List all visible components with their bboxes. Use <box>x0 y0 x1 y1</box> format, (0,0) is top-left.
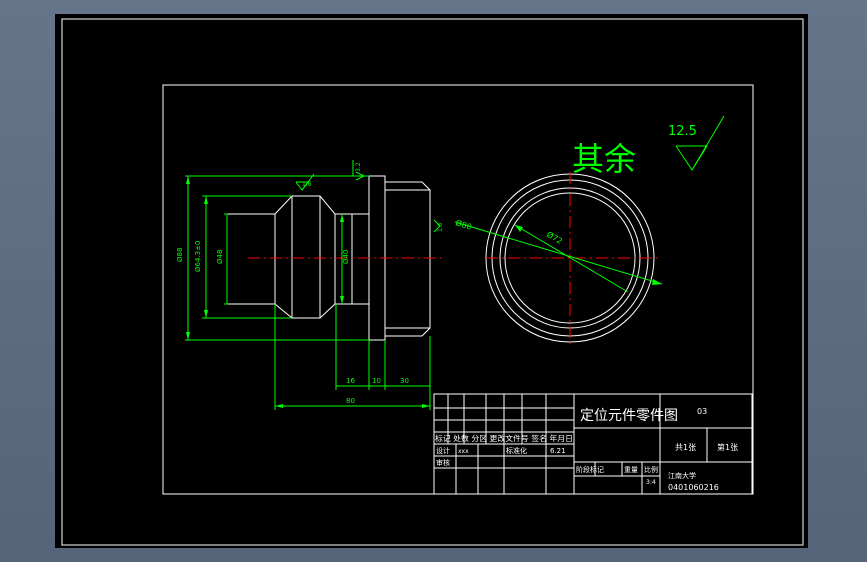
finish-side-label: 3.2 <box>355 162 362 172</box>
dim-dia-groove: Ø64.3±0 <box>194 241 202 272</box>
dim-dia-neck: Ø40 <box>342 250 350 264</box>
sheets-total: 共1张 <box>675 443 696 452</box>
date-value: 6.21 <box>550 447 566 455</box>
scale-value: 3:4 <box>646 479 656 486</box>
roughness-value: 12.5 <box>668 124 697 139</box>
change-row-header: 标记 处数 分区 更改文件号 签名 年月日 <box>435 433 573 443</box>
scale-label: 比例 <box>644 465 658 474</box>
dim-len-30: 30 <box>400 377 409 385</box>
finish-right-label: 1.6 <box>437 222 444 232</box>
drawing-canvas[interactable]: Ø88 Ø64.3±0 Ø48 Ø40 16 10 30 80 1.6 3.2 … <box>0 0 867 562</box>
dim-len-10: 10 <box>372 377 381 385</box>
designer-label: 设计 <box>436 446 450 455</box>
student-id: 0401060216 <box>668 483 719 492</box>
standardization-label: 标准化 <box>506 446 527 455</box>
dim-dia-overall: Ø88 <box>176 248 184 262</box>
cad-viewport[interactable]: Ø88 Ø64.3±0 Ø48 Ø40 16 10 30 80 1.6 3.2 … <box>0 0 867 562</box>
sheet-number: 第1张 <box>717 442 738 452</box>
drawing-number: 03 <box>697 407 707 416</box>
finish-small-label: 1.6 <box>302 181 312 188</box>
dim-len-16: 16 <box>346 377 355 385</box>
stage-label: 阶段标记 <box>576 465 604 474</box>
designer-name: xxx <box>458 448 469 455</box>
dim-dia-bore: Ø48 <box>216 250 224 264</box>
roughness-note-label: 其余 <box>572 140 636 178</box>
sheet-background <box>55 14 808 548</box>
part-name: 定位元件零件图 <box>580 408 678 424</box>
reviewer-label: 审核 <box>436 458 450 467</box>
dim-len-80: 80 <box>346 397 355 405</box>
weight-label: 重量 <box>624 466 638 474</box>
school-name: 江南大学 <box>668 471 696 480</box>
